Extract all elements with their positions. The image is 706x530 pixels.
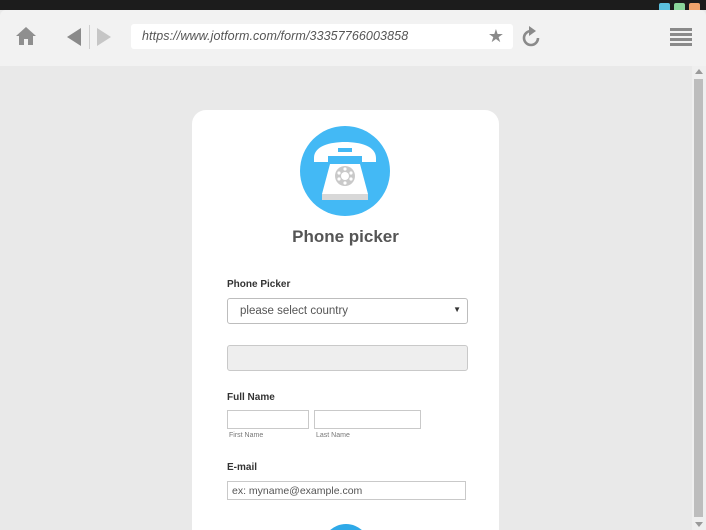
last-name-input[interactable] <box>314 410 421 429</box>
reload-icon[interactable] <box>519 24 543 50</box>
vertical-scrollbar[interactable] <box>692 66 706 530</box>
scroll-thumb[interactable] <box>694 79 703 517</box>
back-arrow-icon[interactable] <box>64 26 84 48</box>
phone-picker-label: Phone Picker <box>227 279 291 290</box>
first-name-sublabel: First Name <box>229 432 264 439</box>
phone-number-input[interactable] <box>227 345 468 371</box>
email-label: E-mail <box>227 462 258 473</box>
address-bar-url[interactable]: https://www.jotform.com/form/33357766003… <box>142 29 408 43</box>
page-viewport: Phone picker Phone Picker please select … <box>0 66 692 530</box>
submit-button[interactable] <box>322 524 370 530</box>
last-name-sublabel: Last Name <box>316 432 350 439</box>
full-name-label: Full Name <box>227 392 275 403</box>
form-avatar <box>300 126 390 216</box>
forward-arrow-icon[interactable] <box>94 26 114 48</box>
window-titlebar <box>0 0 706 14</box>
scroll-down-arrow-icon[interactable] <box>695 522 703 527</box>
email-placeholder: ex: myname@example.com <box>232 485 363 497</box>
address-bar[interactable]: https://www.jotform.com/form/33357766003… <box>131 24 513 49</box>
email-input[interactable]: ex: myname@example.com <box>227 481 466 500</box>
browser-toolbar: https://www.jotform.com/form/33357766003… <box>0 10 706 66</box>
home-icon[interactable] <box>14 25 38 47</box>
bookmark-star-icon[interactable]: ★ <box>488 27 504 45</box>
form-title: Phone picker <box>292 227 399 246</box>
scroll-up-arrow-icon[interactable] <box>695 69 703 74</box>
browser-window: https://www.jotform.com/form/33357766003… <box>0 0 706 530</box>
country-select[interactable]: please select country ▼ <box>227 298 468 324</box>
first-name-input[interactable] <box>227 410 309 429</box>
country-select-value: please select country <box>240 305 349 317</box>
menu-icon[interactable] <box>668 27 694 47</box>
nav-divider <box>89 25 90 49</box>
telephone-icon <box>314 142 376 200</box>
select-caret-icon: ▼ <box>453 305 461 314</box>
form-card: Phone picker Phone Picker please select … <box>192 110 499 530</box>
